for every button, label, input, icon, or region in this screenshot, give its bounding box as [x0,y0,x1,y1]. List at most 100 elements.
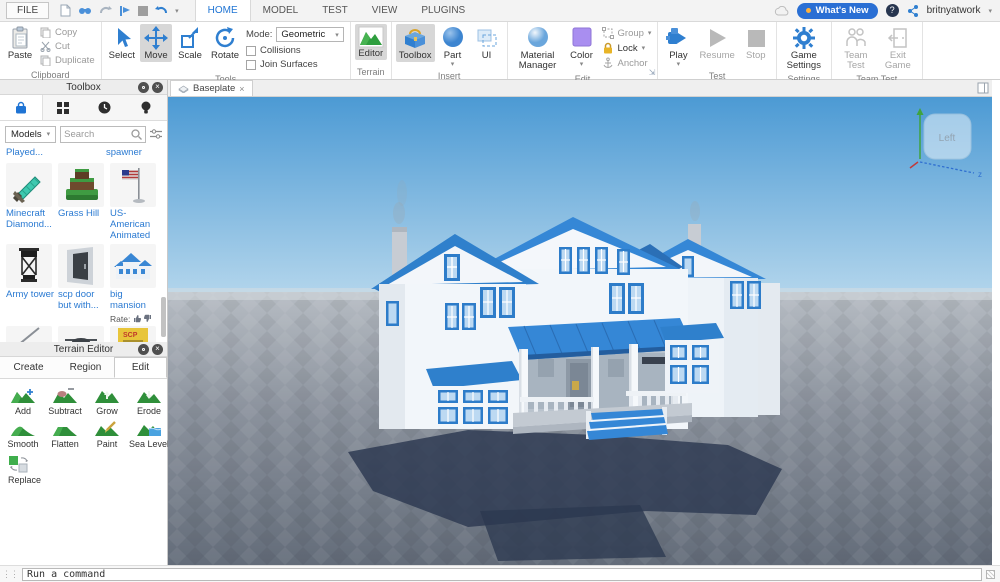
toolbox-tab-inventory[interactable] [43,95,85,120]
find-icon[interactable] [78,5,92,17]
panel-options-icon[interactable] [138,82,149,93]
terrain-tool-replace[interactable]: Replace [0,451,167,485]
move-tool-button[interactable]: Move [140,24,172,62]
command-input[interactable] [22,568,982,581]
terrain-tab-create[interactable]: Create [0,357,57,378]
category-select[interactable]: Models ▾ [5,126,56,143]
duplicate-button[interactable]: Duplicate [40,55,95,66]
close-icon[interactable]: × [152,344,163,355]
play-caret-icon[interactable]: ▾ [677,61,681,69]
toolbox-item[interactable]: big mansion Rate: [108,243,160,325]
tab-view[interactable]: VIEW [360,0,410,21]
toolbox-item[interactable]: US-American Animated [108,162,160,243]
terrain-tool-subtract[interactable]: Subtract [48,387,82,416]
terrain-tool-add[interactable]: Add [10,387,36,416]
filter-icon[interactable] [150,128,162,140]
collisions-checkbox[interactable] [246,46,256,56]
toolbox-tab-creations[interactable] [126,95,168,120]
account-name[interactable]: britnyatwork [927,5,981,16]
new-file-icon[interactable] [59,4,71,17]
resize-grip-icon[interactable] [986,570,995,579]
terrain-tool-flatten[interactable]: Flatten [51,420,79,449]
3d-viewport[interactable]: Left z [168,97,992,565]
color-button[interactable]: Color ▾ [566,24,598,70]
join-surfaces-checkbox[interactable] [246,60,256,70]
game-settings-button[interactable]: Game Settings [781,24,827,73]
pause-square-icon[interactable] [138,6,148,16]
tab-test[interactable]: TEST [310,0,360,21]
edit-dialog-launcher-icon[interactable]: ⇲ [649,68,656,77]
part-button[interactable]: Part ▾ [437,24,469,70]
whats-new-button[interactable]: What's New [797,3,878,19]
select-tool-button[interactable]: Select [106,24,138,62]
anchor-button[interactable]: Anchor [602,57,652,69]
thumbs-down-icon[interactable] [144,314,152,323]
tab-home[interactable]: HOME [195,0,251,21]
part-caret-icon[interactable]: ▾ [451,61,455,69]
terrain-tab-region[interactable]: Region [57,357,114,378]
copy-button[interactable]: Copy [40,27,95,38]
redo-icon[interactable] [99,5,112,16]
notification-dot-icon [806,8,811,13]
quick-access-toolbar: ▾ [59,4,179,17]
toolbox-scrollbar[interactable] [161,297,166,337]
search-input[interactable] [64,129,131,140]
panel-options-icon[interactable] [138,344,149,355]
account-caret-icon[interactable]: ▾ [988,7,992,15]
lock-button[interactable]: Lock ▾ [602,42,652,54]
terrain-tool-grow[interactable]: Grow [94,387,120,416]
toolbox-item-label[interactable]: Played... [6,148,43,159]
terrain-tool-paint[interactable]: Paint [94,420,120,449]
file-menu-button[interactable]: FILE [6,2,49,19]
toolbox-button[interactable]: Toolbox [396,24,435,62]
toolbox-item[interactable]: Grass Hill [56,162,108,243]
toolbox-tab-marketplace[interactable] [0,95,43,120]
ui-button[interactable]: UI [471,24,503,62]
thumbs-up-icon[interactable] [133,314,141,323]
mode-label: Mode: [246,29,272,40]
stop-button[interactable]: Stop [740,24,772,62]
cut-button[interactable]: Cut [40,41,95,52]
layout-panel-icon[interactable] [977,82,989,94]
terrain-editor-panel-header[interactable]: Terrain Editor × [0,342,167,357]
resume-button[interactable]: Resume [696,24,737,62]
mode-select[interactable]: Geometric ▾ [276,27,343,42]
publish-icon[interactable] [119,5,131,17]
material-manager-button[interactable]: Material Manager [512,24,564,73]
team-test-button[interactable]: Team Test [836,24,876,73]
toolbox-item[interactable]: scp door but with... [56,243,108,325]
close-icon[interactable]: × [152,82,163,93]
toolbox-item-label[interactable]: spawner [106,148,142,159]
terrain-tool-sea-level[interactable]: Sea Level [129,420,169,449]
paste-button[interactable]: Paste [4,24,36,62]
drag-grip-icon[interactable]: ⋮⋮ [2,569,18,580]
color-caret-icon[interactable]: ▾ [580,61,584,69]
close-icon[interactable]: × [239,84,244,94]
tab-model[interactable]: MODEL [251,0,311,21]
toolbox-panel-header[interactable]: Toolbox × [0,80,167,95]
creations-bulb-icon [141,101,151,115]
toolbox-item[interactable] [56,325,108,342]
tab-plugins[interactable]: PLUGINS [409,0,477,21]
document-tab-baseplate[interactable]: Baseplate × [170,80,253,96]
terrain-editor-button[interactable]: Editor [355,24,387,60]
toolbox-item[interactable]: Minecraft Diamond... [4,162,56,243]
toolbox-item[interactable]: SCP [108,325,160,342]
search-box[interactable] [60,126,146,143]
terrain-tab-edit[interactable]: Edit [114,357,167,378]
help-icon[interactable]: ? [886,4,899,17]
toolbox-tab-recent[interactable] [84,95,126,120]
terrain-tool-smooth[interactable]: Smooth [7,420,38,449]
toolbox-item[interactable]: Army tower [4,243,56,325]
share-icon[interactable] [907,5,919,17]
qat-more-caret-icon[interactable]: ▾ [175,7,179,15]
scale-tool-button[interactable]: Scale [174,24,206,62]
terrain-tool-erode[interactable]: Erode [136,387,162,416]
exit-game-button[interactable]: Exit Game [878,24,918,73]
undo-icon[interactable] [155,5,168,16]
rotate-tool-button[interactable]: Rotate [208,24,242,62]
group-button[interactable]: Group ▾ [602,27,652,39]
play-button[interactable]: Play ▾ [662,24,694,70]
toolbox-item[interactable] [4,325,56,342]
recent-clock-icon [98,101,111,114]
